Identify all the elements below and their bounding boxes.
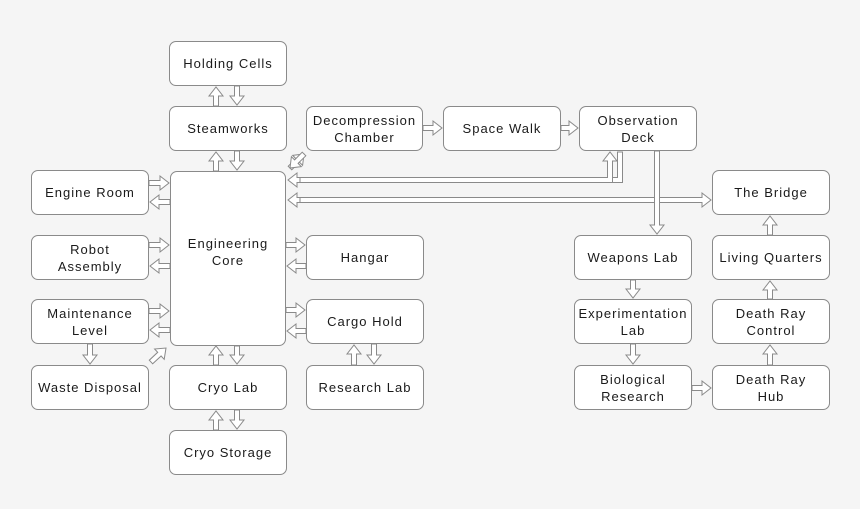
- arrow-core-to-robot-assembly: [149, 257, 171, 275]
- node-label: Maintenance Level: [47, 305, 133, 338]
- node-death-ray-hub[interactable]: Death Ray Hub: [712, 365, 830, 410]
- node-label: Space Walk: [462, 121, 542, 136]
- arrow-living-quarters-to-bridge: [761, 215, 779, 236]
- arrow-cryo-storage-to-cryo-lab: [207, 410, 225, 431]
- arrow-hub-to-control: [761, 344, 779, 366]
- arrow-core-to-engine-room: [149, 193, 171, 211]
- arrow-waste-disposal-to-core: [148, 347, 167, 365]
- arrow-cargo-hold-to-research-lab: [365, 343, 383, 365]
- node-space-walk[interactable]: Space Walk: [443, 106, 561, 151]
- node-engineering-core[interactable]: Engineering Core: [170, 171, 286, 346]
- node-steamworks[interactable]: Steamworks: [169, 106, 287, 151]
- node-holding-cells[interactable]: Holding Cells: [169, 41, 287, 86]
- arrow-core-to-bridge: [299, 191, 712, 209]
- arrow-holding-cells-to-steamworks: [228, 85, 246, 106]
- node-label: Observation Deck: [597, 112, 679, 145]
- arrow-core-to-maintenance: [149, 321, 171, 339]
- node-robot-assembly[interactable]: Robot Assembly: [31, 235, 149, 280]
- node-decompression-chamber[interactable]: Decompression Chamber: [306, 106, 423, 151]
- arrow-research-lab-to-cargo-hold: [345, 344, 363, 366]
- node-label: Experimentation Lab: [578, 305, 688, 338]
- node-label: Biological Research: [600, 371, 666, 404]
- node-label: Holding Cells: [183, 56, 273, 71]
- arrow-core-to-cryo-lab: [228, 345, 246, 365]
- node-living-quarters[interactable]: Living Quarters: [712, 235, 830, 280]
- arrow-cargo-hold-to-core: [286, 322, 307, 340]
- node-experimentation-lab[interactable]: Experimentation Lab: [574, 299, 692, 344]
- node-label: Decompression Chamber: [312, 112, 417, 145]
- arrow-maintenance-to-waste-disposal: [81, 343, 99, 365]
- node-label: Robot Assembly: [57, 241, 123, 274]
- arrow-biological-to-death-ray-hub: [691, 379, 712, 397]
- node-label: Death Ray Control: [735, 305, 807, 338]
- arrow-core-to-cargo-hold: [285, 301, 306, 319]
- node-maintenance-level[interactable]: Maintenance Level: [31, 299, 149, 344]
- node-label: Engineering Core: [187, 235, 269, 268]
- node-label: Steamworks: [187, 121, 269, 136]
- node-label: Engine Room: [45, 185, 135, 200]
- arrow-robot-assembly-to-core: [148, 236, 170, 254]
- node-label: The Bridge: [734, 185, 808, 200]
- arrow-cryo-lab-to-core: [207, 345, 225, 366]
- arrow-core-to-steamworks: [207, 151, 225, 172]
- arrow-core-to-deck: [299, 151, 619, 183]
- arrow-deck-to-weapons-lab: [648, 150, 666, 235]
- arrow-engine-room-to-core: [148, 174, 170, 192]
- arrow-maintenance-to-core: [148, 302, 170, 320]
- node-cryo-lab[interactable]: Cryo Lab: [169, 365, 287, 410]
- node-waste-disposal[interactable]: Waste Disposal: [31, 365, 149, 410]
- node-engine-room[interactable]: Engine Room: [31, 170, 149, 215]
- node-label: Living Quarters: [719, 250, 823, 265]
- node-label: Cryo Lab: [197, 380, 259, 395]
- node-label: Cryo Storage: [183, 445, 273, 460]
- node-observation-deck[interactable]: Observation Deck: [579, 106, 697, 151]
- arrow-control-to-living-quarters: [761, 280, 779, 300]
- node-the-bridge[interactable]: The Bridge: [712, 170, 830, 215]
- node-label: Waste Disposal: [38, 380, 142, 395]
- node-cryo-storage[interactable]: Cryo Storage: [169, 430, 287, 475]
- arrow-steamworks-to-core: [228, 150, 246, 171]
- node-cargo-hold[interactable]: Cargo Hold: [306, 299, 424, 344]
- node-death-ray-control[interactable]: Death Ray Control: [712, 299, 830, 344]
- arrow-cryo-lab-to-cryo-storage: [228, 409, 246, 430]
- arrow-weapons-to-experimentation: [624, 279, 642, 299]
- node-label: Cargo Hold: [327, 314, 403, 329]
- node-biological-research[interactable]: Biological Research: [574, 365, 692, 410]
- node-label: Death Ray Hub: [735, 371, 807, 404]
- arrow-hangar-to-core: [286, 257, 307, 275]
- node-hangar[interactable]: Hangar: [306, 235, 424, 280]
- arrow-decompression-to-space-walk: [422, 119, 443, 137]
- arrow-core-to-hangar: [285, 236, 306, 254]
- node-label: Hangar: [340, 250, 390, 265]
- arrow-space-walk-to-observation-deck: [560, 119, 579, 137]
- node-weapons-lab[interactable]: Weapons Lab: [574, 235, 692, 280]
- node-label: Research Lab: [318, 380, 412, 395]
- arrow-experimentation-to-biological: [624, 343, 642, 365]
- node-label: Weapons Lab: [587, 250, 679, 265]
- node-research-lab[interactable]: Research Lab: [306, 365, 424, 410]
- arrow-steamworks-to-holding-cells: [207, 86, 225, 107]
